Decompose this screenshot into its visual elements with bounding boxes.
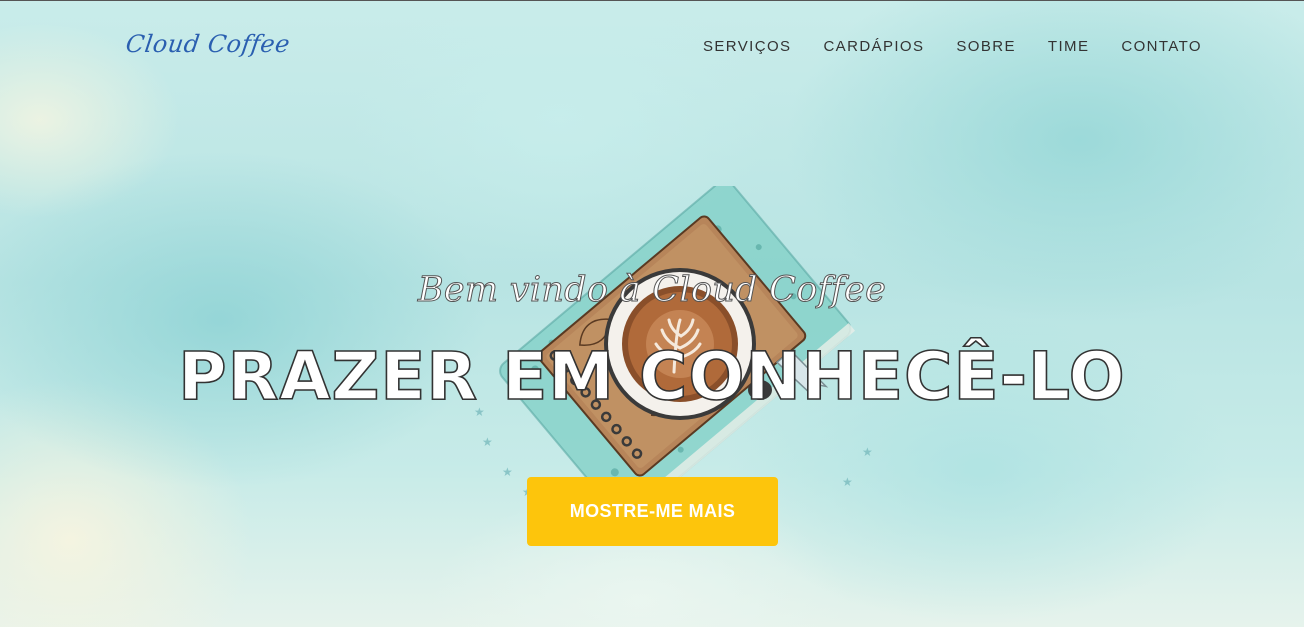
hero-subtitle: Bem vindo à Cloud Coffee	[417, 270, 887, 311]
nav-item-servicos[interactable]: SERVIÇOS	[703, 38, 791, 55]
svg-text:★: ★	[502, 465, 513, 479]
nav-item-cardapios[interactable]: CARDÁPIOS	[823, 38, 924, 55]
show-more-button[interactable]: MOSTRE-ME MAIS	[527, 477, 778, 546]
svg-text:★: ★	[482, 435, 493, 449]
brand-logo[interactable]: Cloud Coffee	[124, 30, 292, 58]
hero-section: ★★★ ★★★ Cloud Coffee SERVIÇOS CARDÁPIOS …	[0, 0, 1304, 627]
nav-item-sobre[interactable]: SOBRE	[956, 38, 1016, 55]
main-nav: SERVIÇOS CARDÁPIOS SOBRE TIME CONTATO	[703, 38, 1202, 55]
nav-item-time[interactable]: TIME	[1048, 38, 1089, 55]
top-border	[0, 0, 1304, 1]
svg-text:★: ★	[842, 475, 853, 489]
nav-item-contato[interactable]: CONTATO	[1121, 38, 1202, 55]
svg-text:★: ★	[862, 445, 873, 459]
hero-headline: PRAZER EM CONHECÊ-LO	[177, 337, 1126, 416]
